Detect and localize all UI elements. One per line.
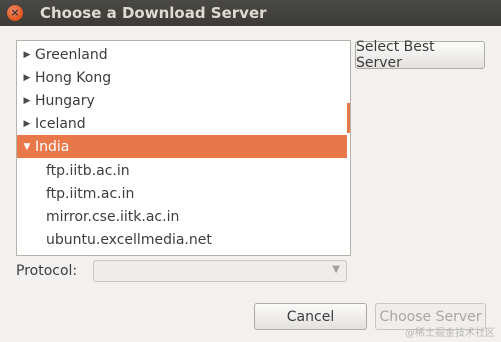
chevron-down-icon: ▼ <box>332 264 340 275</box>
list-item-india[interactable]: ▼ India <box>17 135 347 158</box>
server-item[interactable]: ftp.iitb.ac.in <box>17 159 347 182</box>
server-item-label: ubuntu.excellmedia.net <box>46 231 212 248</box>
title-bar: × Choose a Download Server <box>0 0 501 26</box>
scrollbar-thumb[interactable] <box>347 103 350 133</box>
cancel-button[interactable]: Cancel <box>254 303 367 330</box>
watermark: @稀土掘金技术社区 <box>405 328 495 339</box>
list-item-hong-kong[interactable]: ▶ Hong Kong <box>17 66 347 89</box>
server-item[interactable]: mirror.cse.iitk.ac.in <box>17 205 347 228</box>
download-server-dialog: × Choose a Download Server ▶ Greenland ▶… <box>0 0 501 342</box>
list-item-label: Greenland <box>35 46 108 63</box>
list-item-label: Iceland <box>35 115 86 132</box>
window-title: Choose a Download Server <box>40 4 267 22</box>
list-item-label: Hong Kong <box>35 69 112 86</box>
protocol-select[interactable]: ▼ <box>93 260 347 282</box>
protocol-label: Protocol: <box>16 263 78 279</box>
expander-collapsed-icon[interactable]: ▶ <box>19 96 35 106</box>
list-item-label: Hungary <box>35 92 95 109</box>
list-scrollbar[interactable] <box>347 41 350 255</box>
expander-collapsed-icon[interactable]: ▶ <box>19 119 35 129</box>
close-icon[interactable]: × <box>7 5 23 21</box>
server-item[interactable]: ftp.iitm.ac.in <box>17 182 347 205</box>
server-item[interactable]: ubuntu.excellmedia.net <box>17 228 347 251</box>
select-best-server-button[interactable]: Select Best Server <box>355 39 485 71</box>
list-item-hungary[interactable]: ▶ Hungary <box>17 89 347 112</box>
list-item-greenland[interactable]: ▶ Greenland <box>17 43 347 66</box>
list-item-iceland[interactable]: ▶ Iceland <box>17 112 347 135</box>
server-item-label: ftp.iitm.ac.in <box>46 185 135 202</box>
server-item-label: mirror.cse.iitk.ac.in <box>46 208 180 225</box>
expander-collapsed-icon[interactable]: ▶ <box>19 73 35 83</box>
server-list[interactable]: ▶ Greenland ▶ Hong Kong ▶ Hungary ▶ Icel… <box>16 40 351 256</box>
server-item-label: ftp.iitb.ac.in <box>46 162 130 179</box>
expander-collapsed-icon[interactable]: ▶ <box>19 50 35 60</box>
list-item-label: India <box>35 138 70 155</box>
expander-expanded-icon[interactable]: ▼ <box>19 142 35 152</box>
